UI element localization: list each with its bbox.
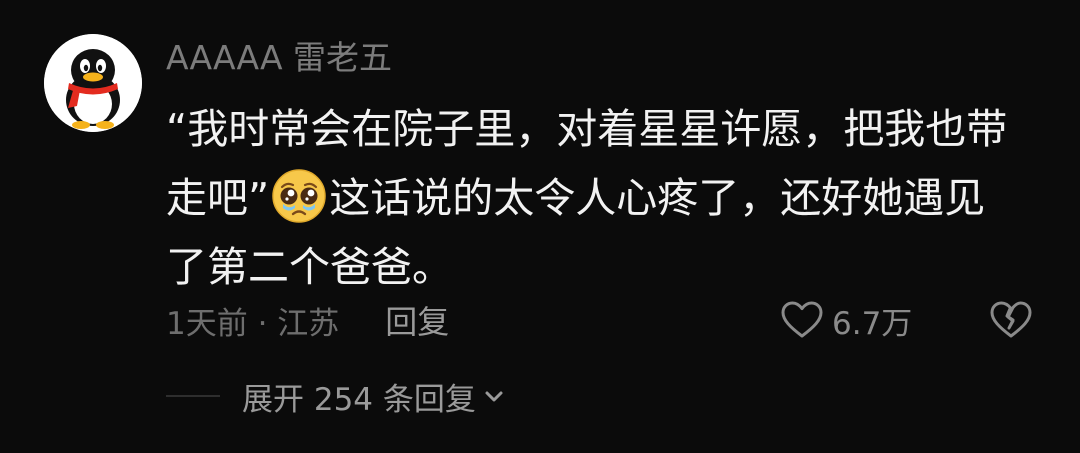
comment-meta: 1天前 · 江苏 回复 [166, 298, 449, 342]
reply-button[interactable]: 回复 [385, 297, 449, 343]
comment-text-line-2-rest: 这话说的太令人心疼了，还好她遇见 [329, 174, 986, 222]
broken-heart-icon [990, 301, 1032, 338]
heart-outline-icon [781, 301, 823, 338]
expand-replies-button[interactable]: 展开 254 条回复 [242, 374, 506, 419]
pleading-face-emoji-icon [271, 168, 327, 224]
avatar[interactable] [44, 34, 142, 132]
time-location: 1天前 · 江苏 [166, 305, 340, 342]
comment-text-line-1: “我时常会在院子里，对着星星许愿，把我也带 [166, 105, 1008, 153]
comment-text-line-3: 了第二个爸爸。 [166, 243, 453, 291]
divider [166, 395, 220, 397]
comment-item: AAAAA 雷老五 “我时常会在院子里，对着星星许愿，把我也带 走吧” 这话说的… [0, 0, 1080, 453]
expand-replies-label: 展开 254 条回复 [242, 381, 476, 418]
dislike-button[interactable] [988, 298, 1034, 342]
comment-text-line-2: 走吧” 这话说的太令人心疼了，还好她遇见 [166, 164, 1046, 233]
like-button[interactable]: 6.7万 [780, 298, 912, 342]
like-count: 6.7万 [832, 305, 913, 342]
qq-penguin-icon [44, 34, 142, 132]
expand-replies-row: 展开 254 条回复 [166, 372, 506, 420]
comment-text-line-2-prefix: 走吧” [166, 174, 270, 222]
username[interactable]: AAAAA 雷老五 [166, 36, 392, 80]
comment-text: “我时常会在院子里，对着星星许愿，把我也带 走吧” 这话说的太令人心疼了，还好她… [166, 95, 1046, 302]
chevron-down-icon [485, 391, 503, 402]
